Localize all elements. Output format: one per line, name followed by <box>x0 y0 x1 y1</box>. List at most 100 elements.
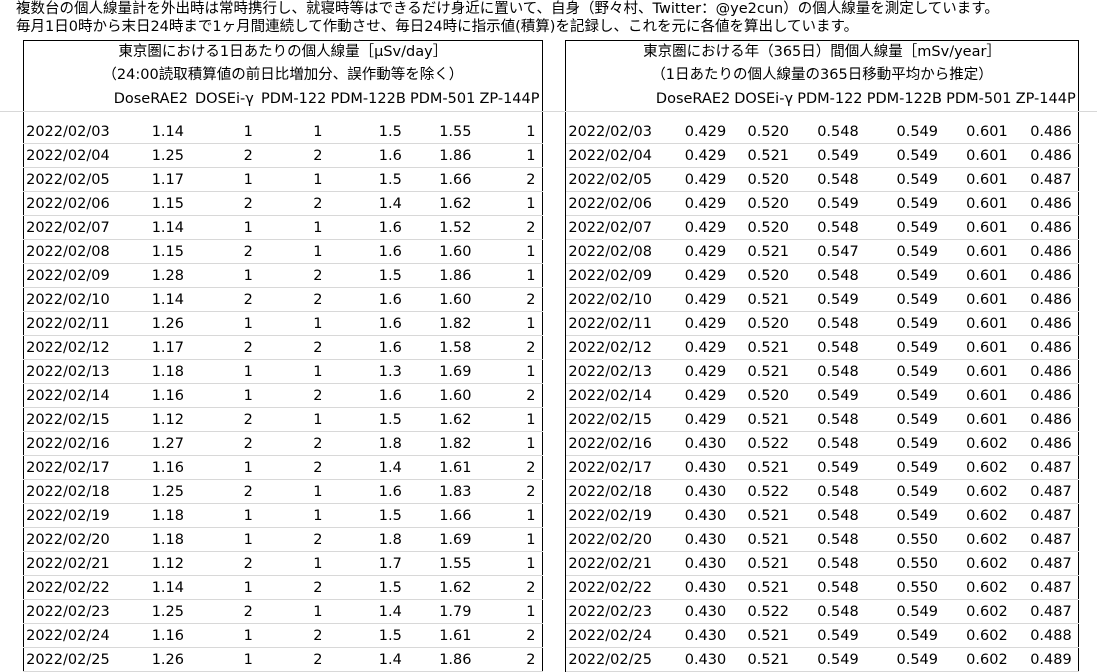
right-value-cell: 0.602 <box>944 647 1014 672</box>
left-date-cell: 2022/02/13 <box>23 359 112 384</box>
table-row: 2022/02/16 1.27 2 2 1.8 1.82 1 2022/02/16 0.430 0… <box>0 431 1097 456</box>
right-date-cell: 2022/02/07 <box>565 215 654 240</box>
left-value-cell: 1.5 <box>328 575 408 600</box>
right-date-cell: 2022/02/13 <box>565 359 654 384</box>
right-value-cell: 0.601 <box>944 287 1014 312</box>
right-value-cell: 0.549 <box>864 143 944 168</box>
right-value-cell: 0.430 <box>653 599 733 624</box>
right-value-cell: 0.601 <box>944 143 1014 168</box>
left-date-cell: 2022/02/08 <box>23 239 112 264</box>
left-value-cell: 1.83 <box>407 479 478 504</box>
left-value-cell: 1.26 <box>111 647 190 672</box>
right-value-cell: 0.521 <box>732 647 796 672</box>
left-value-cell: 1.12 <box>111 407 190 432</box>
right-value-cell: 0.549 <box>795 623 865 648</box>
right-value-cell: 0.430 <box>653 623 733 648</box>
right-col-header: PDM-501 <box>944 87 1014 112</box>
left-value-cell: 2 <box>258 431 329 456</box>
left-value-cell: 1.6 <box>328 383 408 408</box>
row-gap <box>542 167 567 192</box>
right-value-cell: 0.548 <box>795 431 865 456</box>
right-value-cell: 0.520 <box>732 311 796 336</box>
right-value-cell: 0.486 <box>1013 311 1079 336</box>
row-gap <box>0 144 24 168</box>
left-value-cell: 1 <box>258 599 329 624</box>
left-date-cell: 2022/02/10 <box>23 287 112 312</box>
left-value-cell: 1.82 <box>407 311 478 336</box>
left-value-cell: 1 <box>477 527 543 552</box>
left-value-cell: 1.14 <box>111 215 190 240</box>
row-gap <box>0 312 24 336</box>
right-value-cell: 0.429 <box>653 287 733 312</box>
row-gap <box>1078 456 1097 480</box>
table-row: 2022/02/18 1.25 2 1 1.6 1.83 2 2022/02/18 0.430 0… <box>0 479 1097 504</box>
right-value-cell: 0.429 <box>653 191 733 216</box>
right-value-cell: 0.602 <box>944 623 1014 648</box>
table-body: 東京圏における1日あたりの個人線量［µSv/day］ 東京圏における年（365日… <box>0 40 1097 672</box>
left-value-cell: 1.16 <box>111 623 190 648</box>
right-value-cell: 0.548 <box>795 599 865 624</box>
table-row: 2022/02/04 1.25 2 2 1.6 1.86 1 2022/02/04 0.429 0… <box>0 143 1097 168</box>
right-value-cell: 0.601 <box>944 383 1014 408</box>
table-row: 2022/02/23 1.25 2 1 1.4 1.79 1 2022/02/23 0.430 0… <box>0 599 1097 624</box>
left-value-cell: 1 <box>190 263 259 288</box>
left-value-cell: 1.5 <box>328 263 408 288</box>
left-value-cell: 2 <box>258 623 329 648</box>
row-gap <box>1078 600 1097 624</box>
right-value-cell: 0.548 <box>795 503 865 528</box>
left-value-cell: 1.86 <box>407 263 478 288</box>
left-value-cell: 1 <box>190 623 259 648</box>
left-value-cell: 2 <box>258 575 329 600</box>
left-value-cell: 2 <box>258 143 329 168</box>
right-value-cell: 0.487 <box>1013 503 1079 528</box>
row-gap <box>542 383 567 408</box>
left-value-cell: 1 <box>477 431 543 456</box>
right-value-cell: 0.486 <box>1013 383 1079 408</box>
right-value-cell: 0.601 <box>944 215 1014 240</box>
left-title-1: 東京圏における1日あたりの個人線量［µSv/day］ <box>23 40 543 63</box>
right-value-cell: 0.486 <box>1013 407 1079 432</box>
row-gap <box>1078 336 1097 360</box>
left-value-cell: 1.4 <box>328 647 408 672</box>
left-date-cell: 2022/02/11 <box>23 311 112 336</box>
right-value-cell: 0.549 <box>864 431 944 456</box>
right-value-cell: 0.548 <box>795 407 865 432</box>
right-value-cell: 0.549 <box>864 191 944 216</box>
right-value-cell: 0.429 <box>653 167 733 192</box>
left-value-cell: 2 <box>258 383 329 408</box>
table-row: 2022/02/20 1.18 1 2 1.8 1.69 1 2022/02/20 0.430 0… <box>0 527 1097 552</box>
table-row: 2022/02/10 1.14 2 2 1.6 1.60 2 2022/02/10 0.429 0… <box>0 287 1097 312</box>
right-value-cell: 0.549 <box>864 407 944 432</box>
left-date-cell: 2022/02/09 <box>23 263 112 288</box>
right-value-cell: 0.549 <box>864 287 944 312</box>
row-gap <box>1078 240 1097 264</box>
left-value-cell: 1 <box>258 239 329 264</box>
left-value-cell: 1.12 <box>111 551 190 576</box>
right-value-cell: 0.429 <box>653 311 733 336</box>
left-col-header: DOSEi-γ <box>190 87 259 112</box>
right-date-cell: 2022/02/09 <box>565 263 654 288</box>
right-date-cell: 2022/02/14 <box>565 383 654 408</box>
right-value-cell: 0.520 <box>732 191 796 216</box>
row-gap <box>542 311 567 336</box>
right-value-cell: 0.430 <box>653 647 733 672</box>
table-row: 2022/02/19 1.18 1 1 1.5 1.66 1 2022/02/19 0.430 0… <box>0 503 1097 528</box>
right-date-cell: 2022/02/06 <box>565 191 654 216</box>
header-gap <box>542 87 567 112</box>
left-value-cell: 1.4 <box>328 599 408 624</box>
left-value-cell: 1.60 <box>407 383 478 408</box>
left-value-cell: 1 <box>190 167 259 192</box>
row-gap <box>1078 432 1097 456</box>
row-gap <box>542 263 567 288</box>
left-value-cell: 1.18 <box>111 527 190 552</box>
left-value-cell: 1.17 <box>111 335 190 360</box>
right-value-cell: 0.602 <box>944 455 1014 480</box>
left-value-cell: 1.8 <box>328 431 408 456</box>
left-value-cell: 1.25 <box>111 143 190 168</box>
right-value-cell: 0.548 <box>795 575 865 600</box>
right-value-cell: 0.486 <box>1013 287 1079 312</box>
right-value-cell: 0.520 <box>732 263 796 288</box>
right-value-cell: 0.602 <box>944 599 1014 624</box>
right-col-header: DoseRAE2 <box>653 87 733 112</box>
left-value-cell: 1.5 <box>328 503 408 528</box>
